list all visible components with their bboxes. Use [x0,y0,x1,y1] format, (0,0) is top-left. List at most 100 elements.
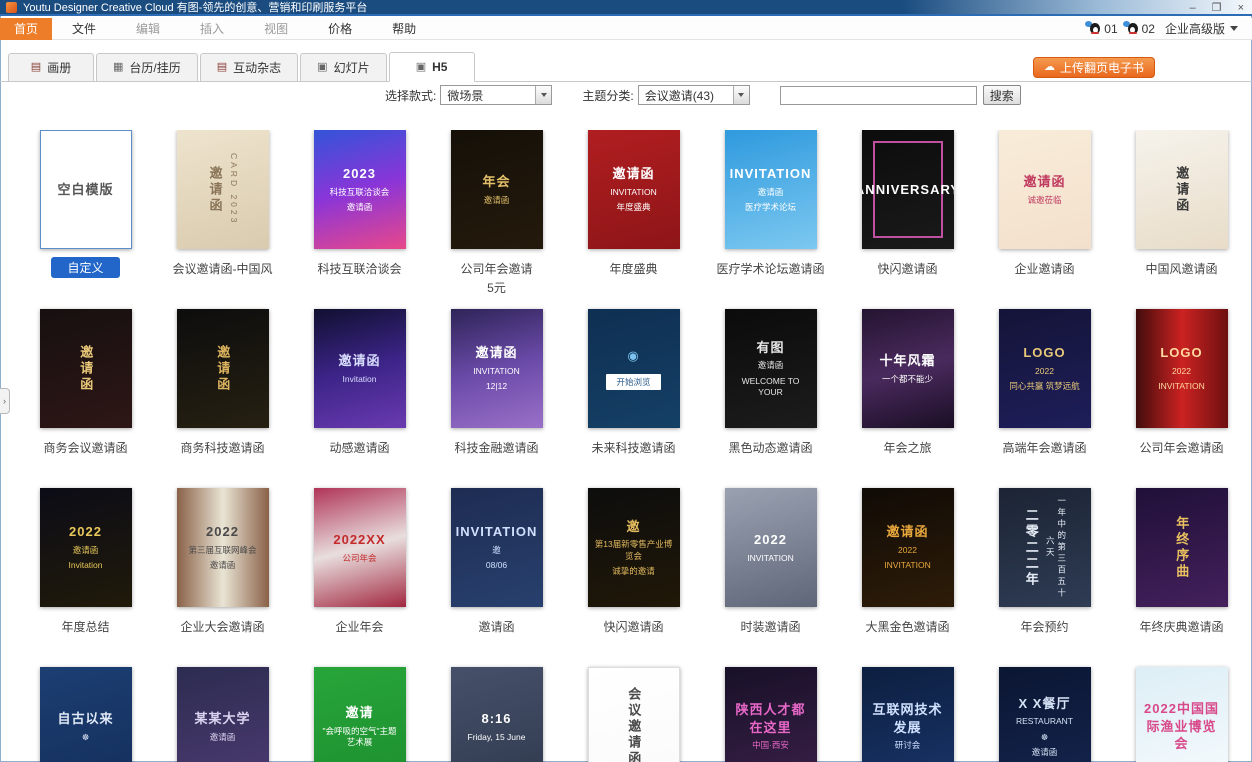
template-card[interactable]: 年终序曲年终庆典邀请函 [1113,488,1250,667]
template-card[interactable]: LOGO2022INVITATION公司年会邀请函 [1113,309,1250,488]
template-thumbnail[interactable]: 互联网技术发展研讨会 [862,667,954,762]
template-card[interactable]: 有图邀请函WELCOME TO YOUR黑色动态邀请函 [702,309,839,488]
template-thumbnail[interactable]: 2022邀请函Invitation [40,488,132,607]
template-thumbnail[interactable]: 年会邀请函 [451,130,543,249]
template-card[interactable]: ◉开始浏览未来科技邀请函 [565,309,702,488]
template-thumbnail[interactable]: 邀请函Invitation [314,309,406,428]
template-card[interactable]: 2022邀请函Invitation年度总结 [17,488,154,667]
template-thumbnail[interactable]: 邀请函2022INVITATION [862,488,954,607]
upload-ebook-button[interactable]: ☁ 上传翻页电子书 [1033,57,1155,78]
template-card[interactable]: 自古以来☸ [17,667,154,762]
template-card[interactable]: 邀第13届新零售产业博览会诚挚的邀请快闪邀请函 [565,488,702,667]
template-thumbnail[interactable]: 2023科技互联洽谈会邀请函 [314,130,406,249]
template-card[interactable]: 某某大学邀请函 [154,667,291,762]
customize-button[interactable]: 自定义 [51,257,119,278]
template-thumbnail[interactable]: 邀请函 [1136,130,1228,249]
template-card[interactable]: 邀请函INVITATION年度盛典年度盛典 [565,130,702,309]
template-card[interactable]: ANNIVERSARY快闪邀请函 [839,130,976,309]
template-card[interactable]: INVITATION邀请函医疗学术论坛医疗学术论坛邀请函 [702,130,839,309]
tab-幻灯片[interactable]: ▣幻灯片 [300,53,386,81]
template-thumbnail[interactable]: 2022中国国际渔业博览会 [1136,667,1228,762]
template-thumbnail[interactable]: 自古以来☸ [40,667,132,762]
template-card[interactable]: 2022XX公司年会企业年会 [291,488,428,667]
template-card[interactable]: 8:16Friday, 15 June [428,667,565,762]
template-thumbnail[interactable]: 邀请函INVITATION12|12 [451,309,543,428]
menu-item-帮助[interactable]: 帮助 [372,18,436,40]
tab-画册[interactable]: ▤画册 [8,53,94,81]
template-thumbnail[interactable]: 2022XX公司年会 [314,488,406,607]
restore-icon[interactable]: ❐ [1212,0,1222,16]
template-thumbnail[interactable]: 某某大学邀请函 [177,667,269,762]
template-thumbnail[interactable]: 8:16Friday, 15 June [451,667,543,762]
template-thumbnail[interactable]: 邀请函CARD 2023 [177,130,269,249]
template-card[interactable]: 陕西人才都在这里中国·西安 [702,667,839,762]
template-thumbnail[interactable]: 二零二二年一年中的第三百五十六天 [999,488,1091,607]
tab-H5[interactable]: ▣H5 [389,52,475,82]
template-card[interactable]: 2022中国国际渔业博览会 [1113,667,1250,762]
template-thumbnail[interactable]: 有图邀请函WELCOME TO YOUR [725,309,817,428]
qq-account[interactable]: 02 [1126,22,1155,36]
menu-item-文件[interactable]: 文件 [52,18,116,40]
template-thumbnail[interactable]: 邀请函INVITATION年度盛典 [588,130,680,249]
template-thumbnail[interactable]: 邀第13届新零售产业博览会诚挚的邀请 [588,488,680,607]
template-card[interactable]: 邀请函商务科技邀请函 [154,309,291,488]
template-thumbnail[interactable]: 邀请"会呼吸的空气"主题艺术展 [314,667,406,762]
menu-item-插入[interactable]: 插入 [180,18,244,40]
template-card[interactable]: 邀请函诚邀莅临企业邀请函 [976,130,1113,309]
template-thumbnail[interactable]: 邀请函诚邀莅临 [999,130,1091,249]
template-thumbnail[interactable]: ANNIVERSARY [862,130,954,249]
template-thumbnail[interactable]: ◉开始浏览 [588,309,680,428]
menu-item-视图[interactable]: 视图 [244,18,308,40]
menu-item-价格[interactable]: 价格 [308,18,372,40]
search-button[interactable]: 搜索 [983,85,1021,105]
template-thumbnail[interactable]: LOGO2022同心共赢 筑梦远航 [999,309,1091,428]
plan-dropdown[interactable]: 企业高级版 [1165,20,1238,37]
template-card[interactable]: 年会邀请函公司年会邀请5元 [428,130,565,309]
style-select[interactable]: 微场景 [440,85,552,105]
template-thumbnail[interactable]: 陕西人才都在这里中国·西安 [725,667,817,762]
template-thumbnail[interactable]: 年终序曲 [1136,488,1228,607]
menu-item-编辑[interactable]: 编辑 [116,18,180,40]
template-card[interactable]: 二零二二年一年中的第三百五十六天年会预约 [976,488,1113,667]
template-card[interactable]: 2022INVITATION时装邀请函 [702,488,839,667]
search-input[interactable] [780,86,977,105]
template-thumbnail[interactable]: 邀请函 [40,309,132,428]
template-thumbnail[interactable]: 2022INVITATION [725,488,817,607]
template-card[interactable]: 邀请函商务会议邀请函 [17,309,154,488]
close-icon[interactable]: × [1238,0,1244,16]
menu-item-首页[interactable]: 首页 [0,18,52,40]
template-thumbnail[interactable]: 会议邀请函 [588,667,680,762]
template-thumbnail[interactable]: INVITATION邀请函医疗学术论坛 [725,130,817,249]
template-card[interactable]: 会议邀请函 [565,667,702,762]
template-card[interactable]: 邀请"会呼吸的空气"主题艺术展 [291,667,428,762]
qq-account[interactable]: 01 [1088,22,1117,36]
template-card[interactable]: 邀请函INVITATION12|12科技金融邀请函 [428,309,565,488]
template-thumbnail[interactable]: X X餐厅RESTAURANT☸邀请函 [999,667,1091,762]
side-panel-toggle[interactable]: › [0,388,10,414]
template-card[interactable]: LOGO2022同心共赢 筑梦远航高端年会邀请函 [976,309,1113,488]
template-card[interactable]: 邀请函2022INVITATION大黑金色邀请函 [839,488,976,667]
minimize-icon[interactable]: – [1190,0,1196,16]
template-thumbnail[interactable]: INVITATION邀08/06 [451,488,543,607]
tab-互动杂志[interactable]: ▤互动杂志 [200,53,298,81]
template-card[interactable]: 空白模版自定义 [17,130,154,309]
template-card[interactable]: 邀请函Invitation动感邀请函 [291,309,428,488]
template-card[interactable]: X X餐厅RESTAURANT☸邀请函 [976,667,1113,762]
template-card[interactable]: INVITATION邀08/06邀请函 [428,488,565,667]
template-card[interactable]: 2023科技互联洽谈会邀请函科技互联洽谈会 [291,130,428,309]
template-card[interactable]: 邀请函CARD 2023会议邀请函-中国风 [154,130,291,309]
dropdown-arrow-icon[interactable] [535,86,551,104]
tab-台历/挂历[interactable]: ▦台历/挂历 [96,53,198,81]
template-thumbnail[interactable]: 空白模版 [40,130,132,249]
template-card[interactable]: 十年风霜一个都不能少年会之旅 [839,309,976,488]
template-thumbnail[interactable]: 邀请函 [177,309,269,428]
thumbnail-browse-button[interactable]: 开始浏览 [606,374,660,390]
dropdown-arrow-icon[interactable] [733,86,749,104]
template-thumbnail[interactable]: LOGO2022INVITATION [1136,309,1228,428]
template-thumbnail[interactable]: 十年风霜一个都不能少 [862,309,954,428]
template-thumbnail[interactable]: 2022第三届互联网峰会邀请函 [177,488,269,607]
category-select[interactable]: 会议邀请(43) [638,85,750,105]
template-card[interactable]: 邀请函中国风邀请函 [1113,130,1250,309]
template-card[interactable]: 2022第三届互联网峰会邀请函企业大会邀请函 [154,488,291,667]
template-card[interactable]: 互联网技术发展研讨会 [839,667,976,762]
